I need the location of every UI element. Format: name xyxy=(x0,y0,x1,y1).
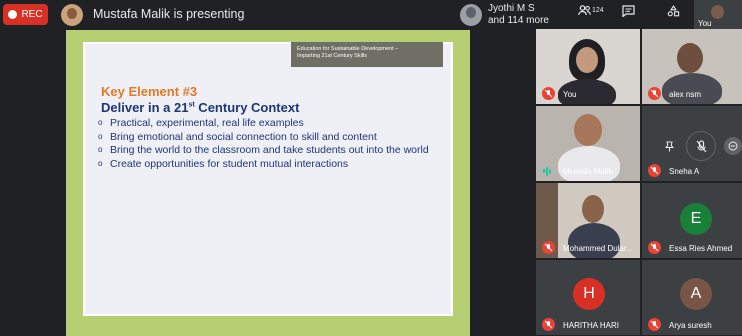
slide-title-suffix: Century Context xyxy=(194,100,300,115)
presenting-status: Mustafa Malik is presenting xyxy=(93,7,245,21)
participant-video-face xyxy=(582,195,604,223)
shared-slide: Education for Sustainable Development – … xyxy=(66,30,470,336)
participant-name: You xyxy=(563,90,577,99)
slide-header-line2: Imparting 21st Century Skills xyxy=(297,53,367,59)
self-view-person xyxy=(711,5,724,19)
participant-name: HARITHA HARI xyxy=(563,321,620,330)
slide-header-box: Education for Sustainable Development – … xyxy=(291,42,443,67)
viewers-line1: Jyothi M S xyxy=(488,3,535,14)
participant-video-face xyxy=(576,47,598,73)
participant-tile-essa-ries-ahmed[interactable]: E Essa Ries Ahmed xyxy=(642,183,742,258)
record-dot-icon xyxy=(8,10,18,19)
viewers-summary[interactable]: Jyothi M S and 114 more xyxy=(460,3,549,27)
participant-avatar: A xyxy=(680,278,712,310)
chat-button[interactable] xyxy=(622,5,635,17)
recording-label: REC xyxy=(21,9,43,20)
participant-tile-mustafa-malik[interactable]: Mustafa Malik xyxy=(536,106,640,181)
participant-name: Essa Ries Ahmed xyxy=(669,244,733,253)
presenter-avatar xyxy=(61,4,83,26)
viewers-text: Jyothi M S and 114 more xyxy=(488,3,549,27)
mic-off-icon xyxy=(648,164,661,177)
activities-button[interactable] xyxy=(667,5,680,17)
viewers-line2: and 114 more xyxy=(488,15,549,26)
participant-video-face xyxy=(574,114,602,146)
participant-tile-alex-nsm[interactable]: alex nsm xyxy=(642,29,742,104)
participant-avatar: H xyxy=(573,278,605,310)
slide-content: Education for Sustainable Development – … xyxy=(83,42,453,316)
participant-name: Mustafa Malik xyxy=(563,167,613,176)
slide-bullet: Bring emotional and social connection to… xyxy=(97,131,447,144)
slide-bullet-list: Practical, experimental, real life examp… xyxy=(97,117,447,171)
recording-badge[interactable]: REC xyxy=(3,4,48,25)
participant-avatar: E xyxy=(680,203,712,235)
people-count: 124 xyxy=(592,7,604,14)
viewer-avatar xyxy=(460,4,482,26)
slide-bullet: Practical, experimental, real life examp… xyxy=(97,117,447,130)
people-icon xyxy=(578,5,591,16)
participant-name: alex nsm xyxy=(669,90,702,99)
tile-hover-controls xyxy=(660,131,742,161)
self-view-thumbnail[interactable]: You xyxy=(694,0,742,30)
mic-off-icon xyxy=(648,87,661,100)
pin-icon[interactable] xyxy=(660,137,678,155)
participant-video-body xyxy=(662,73,722,104)
mic-off-icon xyxy=(542,241,555,254)
top-bar: REC Mustafa Malik is presenting Jyothi M… xyxy=(0,0,742,30)
participant-tile-sneha-a[interactable]: Sneha A xyxy=(642,106,742,181)
slide-header-line1: Education for Sustainable Development – xyxy=(297,46,399,52)
self-view-label: You xyxy=(698,19,712,28)
participant-grid: You alex nsm Mustafa Malik Sneha A Moham… xyxy=(536,29,742,336)
remove-icon[interactable] xyxy=(724,137,742,155)
meeting-window: REC Mustafa Malik is presenting Jyothi M… xyxy=(0,0,742,336)
participant-tile-you[interactable]: You xyxy=(536,29,640,104)
participant-name: Mohammed Dular... xyxy=(563,244,633,253)
mute-participant-button[interactable] xyxy=(686,131,716,161)
speaking-indicator-icon xyxy=(543,166,554,176)
participant-video-face xyxy=(677,43,703,73)
mic-off-icon xyxy=(648,241,661,254)
slide-bullet: Create opportunities for student mutual … xyxy=(97,158,447,171)
activities-icon xyxy=(667,5,680,17)
mic-off-icon xyxy=(542,318,555,331)
participant-tile-mohammed-dular[interactable]: Mohammed Dular... xyxy=(536,183,640,258)
people-button[interactable]: 124 xyxy=(578,5,604,16)
slide-title: Deliver in a 21st Century Context xyxy=(101,100,299,115)
slide-key-element: Key Element #3 xyxy=(101,84,198,99)
presentation-stage: Education for Sustainable Development – … xyxy=(0,30,535,336)
slide-bullet: Bring the world to the classroom and tak… xyxy=(97,144,447,157)
participant-name: Arya suresh xyxy=(669,321,712,330)
participant-name: Sneha A xyxy=(669,167,700,176)
slide-title-prefix: Deliver in a 21 xyxy=(101,100,189,115)
participant-tile-arya-suresh[interactable]: A Arya suresh xyxy=(642,260,742,335)
chat-icon xyxy=(622,5,635,17)
mic-off-icon xyxy=(648,318,661,331)
mic-off-icon xyxy=(542,87,555,100)
participant-tile-haritha-hari[interactable]: H HARITHA HARI xyxy=(536,260,640,335)
